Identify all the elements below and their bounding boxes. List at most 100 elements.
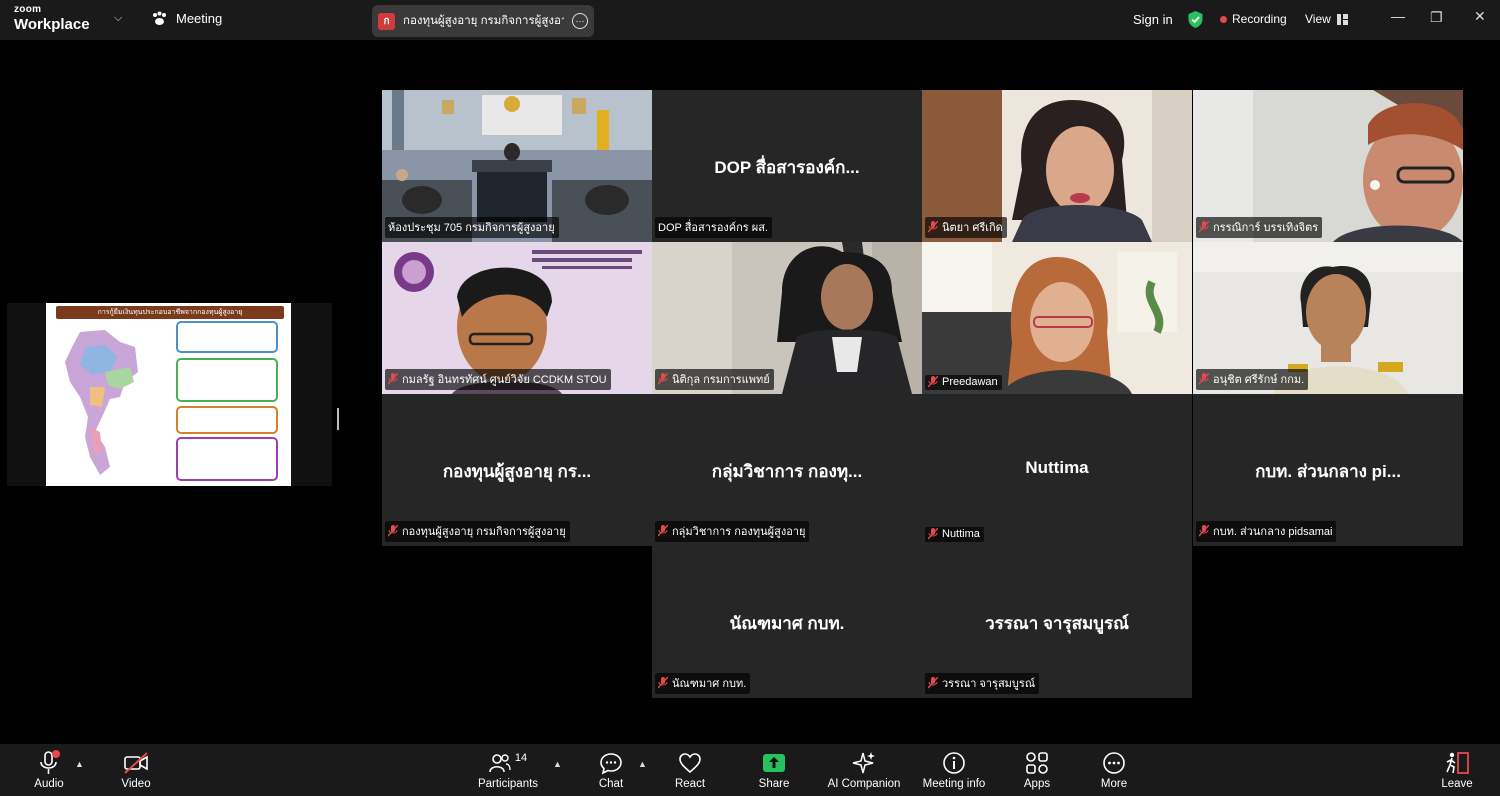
participant-name: กลุ่มวิชาการ กองทุนผู้สูงอายุ (672, 526, 806, 538)
participant-display-name: กลุ่มวิชาการ กองทุ... (711, 462, 863, 481)
video-tile-preedawan[interactable]: Preedawan (922, 242, 1192, 394)
logo-line2: Workplace (14, 16, 90, 33)
participants-options-caret-icon[interactable]: ▲ (553, 759, 562, 769)
mic-muted-icon (928, 221, 938, 233)
video-tile-nuttima[interactable]: Nuttima Nuttima (922, 394, 1192, 546)
host-avatar-badge: ก (378, 12, 395, 30)
participant-name-tag: กบท. ส่วนกลาง pidsamai (1196, 521, 1337, 542)
leave-button[interactable]: Leave (1417, 750, 1497, 790)
meeting-label: Meeting (176, 11, 223, 26)
chat-options-caret-icon[interactable]: ▲ (638, 759, 647, 769)
mic-muted-icon (658, 525, 668, 537)
video-tile-nanthamas[interactable]: นัณฑมาศ กบท. นัณฑมาศ กบท. (652, 546, 922, 698)
more-button[interactable]: More (1074, 750, 1154, 790)
video-tile-anuchit[interactable]: อนุชิต ศรีรักษ์ กกม. (1193, 242, 1463, 394)
view-label: View (1305, 12, 1331, 26)
video-tile-kamolrat[interactable]: กมลรัฐ อินทรทัศน์ ศูนย์วิจัย CCDKM STOU (382, 242, 652, 394)
video-tile-fund-dop[interactable]: กองทุนผู้สูงอายุ กร... กองทุนผู้สูงอายุ … (382, 394, 652, 546)
meeting-toolbar: Audio ▲ Video 14 Participants ▲ Chat ▲ R… (0, 744, 1500, 796)
participant-name: วรรณา จารุสมบูรณ์ (942, 678, 1036, 690)
share-label: Share (758, 778, 790, 790)
participant-name-tag: อนุชิต ศรีรักษ์ กกม. (1196, 369, 1309, 390)
participant-name: นิตยา ศรีเกิด (942, 222, 1003, 234)
meeting-title: กองทุนผู้สูงอายุ กรมกิจการผู้สูงอายุ's s… (403, 15, 564, 27)
participants-icon (489, 754, 511, 773)
recording-indicator[interactable]: Recording (1220, 12, 1287, 26)
recording-dot-icon (1220, 15, 1227, 23)
react-button[interactable]: React (650, 750, 730, 790)
apps-button[interactable]: Apps (997, 750, 1077, 790)
participant-display-name: Nuttima (1025, 458, 1089, 477)
panel-splitter-handle[interactable] (337, 408, 339, 430)
participant-name-tag: ห้องประชุม 705 กรมกิจการผู้สูงอายุ (385, 217, 559, 238)
shared-screen-thumbnail[interactable]: การกู้ยืมเงินทุนประกอบอาชีพจากกองทุนผู้ส… (7, 303, 332, 486)
participant-display-name: กองทุนผู้สูงอายุ กร... (442, 462, 592, 481)
chat-icon (600, 753, 622, 775)
apps-label: Apps (1023, 778, 1051, 790)
chevron-down-icon[interactable]: ⌵ (114, 12, 122, 25)
participants-button[interactable]: 14 Participants (468, 750, 548, 790)
top-bar: zoom Workplace ⌵ Meeting ก กองทุนผู้สูงอ… (0, 0, 1500, 40)
participant-display-name: DOP สื่อสารองค์ก... (714, 158, 860, 177)
more-label: More (1100, 778, 1128, 790)
participant-name: Nuttima (942, 528, 980, 540)
participant-display-name: กบท. ส่วนกลาง pi... (1255, 462, 1401, 481)
video-tile-nittaya[interactable]: นิตยา ศรีเกิด (922, 90, 1192, 242)
participant-name-tag: นัณฑมาศ กบท. (655, 673, 751, 694)
info-icon (943, 752, 965, 774)
meeting-info-label: Meeting info (922, 778, 986, 790)
video-label: Video (121, 778, 151, 790)
video-tile-pidsamai[interactable]: กบท. ส่วนกลาง pi... กบท. ส่วนกลาง pidsam… (1193, 394, 1463, 546)
video-tile-dop[interactable]: DOP สื่อสารองค์ก... DOP สื่อสารองค์กร ผส… (652, 90, 922, 242)
video-tile-meeting-room[interactable]: ห้องประชุม 705 กรมกิจการผู้สูงอายุ (382, 90, 652, 242)
audio-label: Audio (34, 778, 64, 790)
participant-name-tag: DOP สื่อสารองค์กร ผส. (655, 217, 772, 238)
participant-name: นัณฑมาศ กบท. (672, 678, 747, 690)
participant-name-tag: นิติกุล กรมการแพทย์ (655, 369, 774, 390)
recording-label: Recording (1232, 12, 1287, 26)
mic-muted-icon (388, 525, 398, 537)
close-icon[interactable]: ✕ (1474, 8, 1486, 25)
participant-name-tag: กรรณิการ์ บรรเทิงจิตร (1196, 217, 1323, 238)
leave-label: Leave (1441, 778, 1473, 790)
zoom-workplace-logo: zoom Workplace (14, 5, 90, 33)
meeting-title-tab[interactable]: ก กองทุนผู้สูงอายุ กรมกิจการผู้สูงอายุ's… (372, 5, 594, 37)
sign-in-link[interactable]: Sign in (1133, 12, 1173, 27)
video-tile-kannika[interactable]: กรรณิการ์ บรรเทิงจิตร (1193, 90, 1463, 242)
more-dots-icon (1103, 752, 1125, 774)
mic-muted-icon (388, 373, 398, 385)
mic-muted-icon (1199, 525, 1209, 537)
participant-name-tag: กมลรัฐ อินทรทัศน์ ศูนย์วิจัย CCDKM STOU (385, 369, 611, 390)
audio-options-caret-icon[interactable]: ▲ (75, 759, 84, 769)
meeting-nav-button[interactable]: Meeting (151, 11, 222, 26)
participant-name-tag: วรรณา จารุสมบูรณ์ (925, 673, 1040, 694)
view-button[interactable]: View (1305, 12, 1348, 26)
ai-companion-button[interactable]: AI Companion (824, 750, 904, 790)
more-options-icon[interactable]: ··· (572, 13, 588, 29)
minimize-icon[interactable]: — (1391, 8, 1405, 24)
camera-off-icon (124, 752, 148, 774)
participant-name-tag: กลุ่มวิชาการ กองทุนผู้สูงอายุ (655, 521, 810, 542)
audio-button[interactable]: Audio (9, 750, 89, 790)
share-button[interactable]: Share (734, 750, 814, 790)
meeting-paw-icon (153, 11, 166, 25)
participant-name: กมลรัฐ อินทรทัศน์ ศูนย์วิจัย CCDKM STOU (402, 374, 607, 386)
restore-icon[interactable]: ❐ (1430, 9, 1443, 26)
mic-muted-icon (928, 528, 938, 540)
participant-display-name: นัณฑมาศ กบท. (729, 614, 845, 633)
meeting-info-button[interactable]: Meeting info (914, 750, 994, 790)
participant-name: ห้องประชุม 705 กรมกิจการผู้สูงอายุ (388, 222, 555, 234)
participant-name: อนุชิต ศรีรักษ์ กกม. (1213, 374, 1305, 386)
chat-button[interactable]: Chat (571, 750, 651, 790)
participants-label: Participants (477, 778, 539, 790)
video-tile-academic-group[interactable]: กลุ่มวิชาการ กองทุ... กลุ่มวิชาการ กองทุ… (652, 394, 922, 546)
participant-name-tag: Nuttima (925, 527, 984, 542)
thailand-map-image (65, 330, 138, 475)
video-tile-nitikul[interactable]: นิติกุล กรมการแพทย์ (652, 242, 922, 394)
encryption-shield-icon[interactable] (1187, 10, 1204, 29)
ai-companion-label: AI Companion (827, 778, 901, 790)
mic-muted-icon (928, 376, 938, 388)
video-tile-wanna[interactable]: วรรณา จารุสมบูรณ์ วรรณา จารุสมบูรณ์ (922, 546, 1192, 698)
video-button[interactable]: Video (96, 750, 176, 790)
zoom-window: zoom Workplace ⌵ Meeting ก กองทุนผู้สูงอ… (0, 0, 1500, 796)
